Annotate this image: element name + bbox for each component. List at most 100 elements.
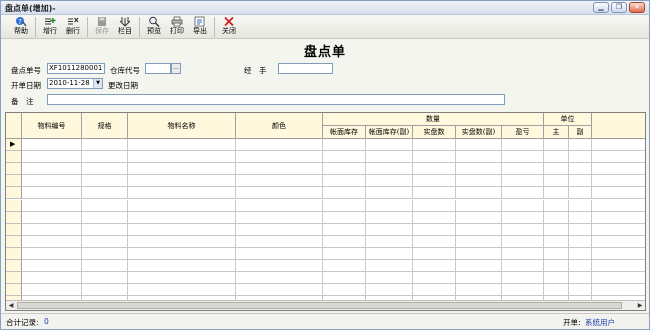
grid-cell[interactable] xyxy=(413,272,456,285)
column-header-unit-sub[interactable]: 副 xyxy=(569,126,592,139)
grid-cell[interactable] xyxy=(128,151,236,164)
grid-cell[interactable] xyxy=(82,199,128,212)
grid-cell[interactable] xyxy=(236,211,323,224)
grid-cell[interactable] xyxy=(82,235,128,248)
grid-cell[interactable] xyxy=(569,211,592,224)
grid-cell[interactable] xyxy=(22,139,82,152)
warehouse-field[interactable] xyxy=(145,63,171,74)
grid-cell[interactable] xyxy=(456,247,502,260)
save-button[interactable]: 保存 xyxy=(91,15,113,38)
grid-cell[interactable] xyxy=(569,175,592,188)
grid-cell[interactable] xyxy=(502,151,544,164)
grid-cell[interactable] xyxy=(366,211,413,224)
scroll-thumb[interactable] xyxy=(17,302,622,309)
grid-cell[interactable] xyxy=(128,223,236,236)
close-button[interactable]: 关闭 xyxy=(218,15,240,38)
grid-cell[interactable] xyxy=(323,235,366,248)
grid-cell[interactable] xyxy=(592,151,645,164)
column-header-book-stock-sub[interactable]: 帐面库存(副) xyxy=(366,126,413,139)
grid-cell[interactable] xyxy=(413,151,456,164)
grid-cell[interactable] xyxy=(544,247,569,260)
grid-cell[interactable] xyxy=(456,163,502,176)
grid-cell[interactable] xyxy=(544,211,569,224)
grid-cell[interactable] xyxy=(502,247,544,260)
grid-cell[interactable] xyxy=(592,199,645,212)
grid-cell[interactable] xyxy=(544,199,569,212)
row-selector[interactable] xyxy=(6,284,22,297)
grid-cell[interactable] xyxy=(366,235,413,248)
grid-cell[interactable] xyxy=(544,187,569,200)
grid-cell[interactable] xyxy=(366,187,413,200)
grid-cell[interactable] xyxy=(323,151,366,164)
grid-cell[interactable] xyxy=(502,187,544,200)
grid-cell[interactable] xyxy=(323,187,366,200)
grid-cell[interactable] xyxy=(128,284,236,297)
grid-cell[interactable] xyxy=(82,211,128,224)
grid-cell[interactable] xyxy=(236,175,323,188)
grid-cell[interactable] xyxy=(502,211,544,224)
grid-cell[interactable] xyxy=(592,247,645,260)
column-header-spec[interactable]: 规格 xyxy=(82,113,128,139)
grid-cell[interactable] xyxy=(456,235,502,248)
grid-cell[interactable] xyxy=(569,199,592,212)
grid-cell[interactable] xyxy=(323,260,366,273)
grid-cell[interactable] xyxy=(544,139,569,152)
grid-cell[interactable] xyxy=(592,139,645,152)
grid-cell[interactable] xyxy=(592,235,645,248)
grid-cell[interactable] xyxy=(22,284,82,297)
columns-button[interactable]: 栏目 xyxy=(114,15,136,38)
remark-field[interactable] xyxy=(47,94,505,105)
grid-cell[interactable] xyxy=(22,272,82,285)
grid-cell[interactable] xyxy=(366,284,413,297)
row-selector[interactable] xyxy=(6,223,22,236)
doc-no-field[interactable]: XF1011280001 xyxy=(47,63,105,74)
grid-cell[interactable] xyxy=(323,163,366,176)
grid-cell[interactable] xyxy=(592,187,645,200)
column-header-item-no[interactable]: 物料编号 xyxy=(22,113,82,139)
grid-cell[interactable] xyxy=(22,175,82,188)
grid-cell[interactable] xyxy=(592,175,645,188)
grid-cell[interactable] xyxy=(413,260,456,273)
grid-cell[interactable] xyxy=(323,139,366,152)
grid-cell[interactable] xyxy=(569,187,592,200)
row-selector[interactable] xyxy=(6,163,22,176)
column-header-actual-sub[interactable]: 实盘数(副) xyxy=(456,126,502,139)
row-selector[interactable] xyxy=(6,235,22,248)
grid-cell[interactable] xyxy=(569,284,592,297)
grid-cell[interactable] xyxy=(22,151,82,164)
column-header-color[interactable]: 颜色 xyxy=(236,113,323,139)
grid-cell[interactable] xyxy=(128,260,236,273)
grid-cell[interactable] xyxy=(366,272,413,285)
grid-cell[interactable] xyxy=(128,139,236,152)
row-selector[interactable] xyxy=(6,211,22,224)
grid-cell[interactable] xyxy=(502,223,544,236)
grid-cell[interactable] xyxy=(544,223,569,236)
grid-cell[interactable] xyxy=(544,284,569,297)
grid-cell[interactable] xyxy=(323,223,366,236)
grid-cell[interactable] xyxy=(22,260,82,273)
grid-cell[interactable] xyxy=(544,272,569,285)
grid-cell[interactable] xyxy=(502,260,544,273)
row-selector[interactable] xyxy=(6,187,22,200)
grid-cell[interactable] xyxy=(544,163,569,176)
grid-cell[interactable] xyxy=(592,272,645,285)
grid-cell[interactable] xyxy=(236,284,323,297)
grid-cell[interactable] xyxy=(236,187,323,200)
grid-cell[interactable] xyxy=(82,247,128,260)
grid-cell[interactable] xyxy=(22,199,82,212)
grid-cell[interactable] xyxy=(413,199,456,212)
grid-cell[interactable] xyxy=(128,175,236,188)
grid-cell[interactable] xyxy=(502,139,544,152)
grid-cell[interactable] xyxy=(82,151,128,164)
print-button[interactable]: 打印 xyxy=(166,15,188,38)
grid-cell[interactable] xyxy=(413,223,456,236)
grid-cell[interactable] xyxy=(544,235,569,248)
minimize-button[interactable]: ▁ xyxy=(593,2,609,13)
chevron-down-icon[interactable]: ▼ xyxy=(93,79,102,88)
column-header-diff[interactable]: 盈亏 xyxy=(502,126,544,139)
grid-cell[interactable] xyxy=(366,151,413,164)
grid-cell[interactable] xyxy=(413,175,456,188)
grid-cell[interactable] xyxy=(544,151,569,164)
grid-cell[interactable] xyxy=(592,284,645,297)
grid-cell[interactable] xyxy=(236,163,323,176)
